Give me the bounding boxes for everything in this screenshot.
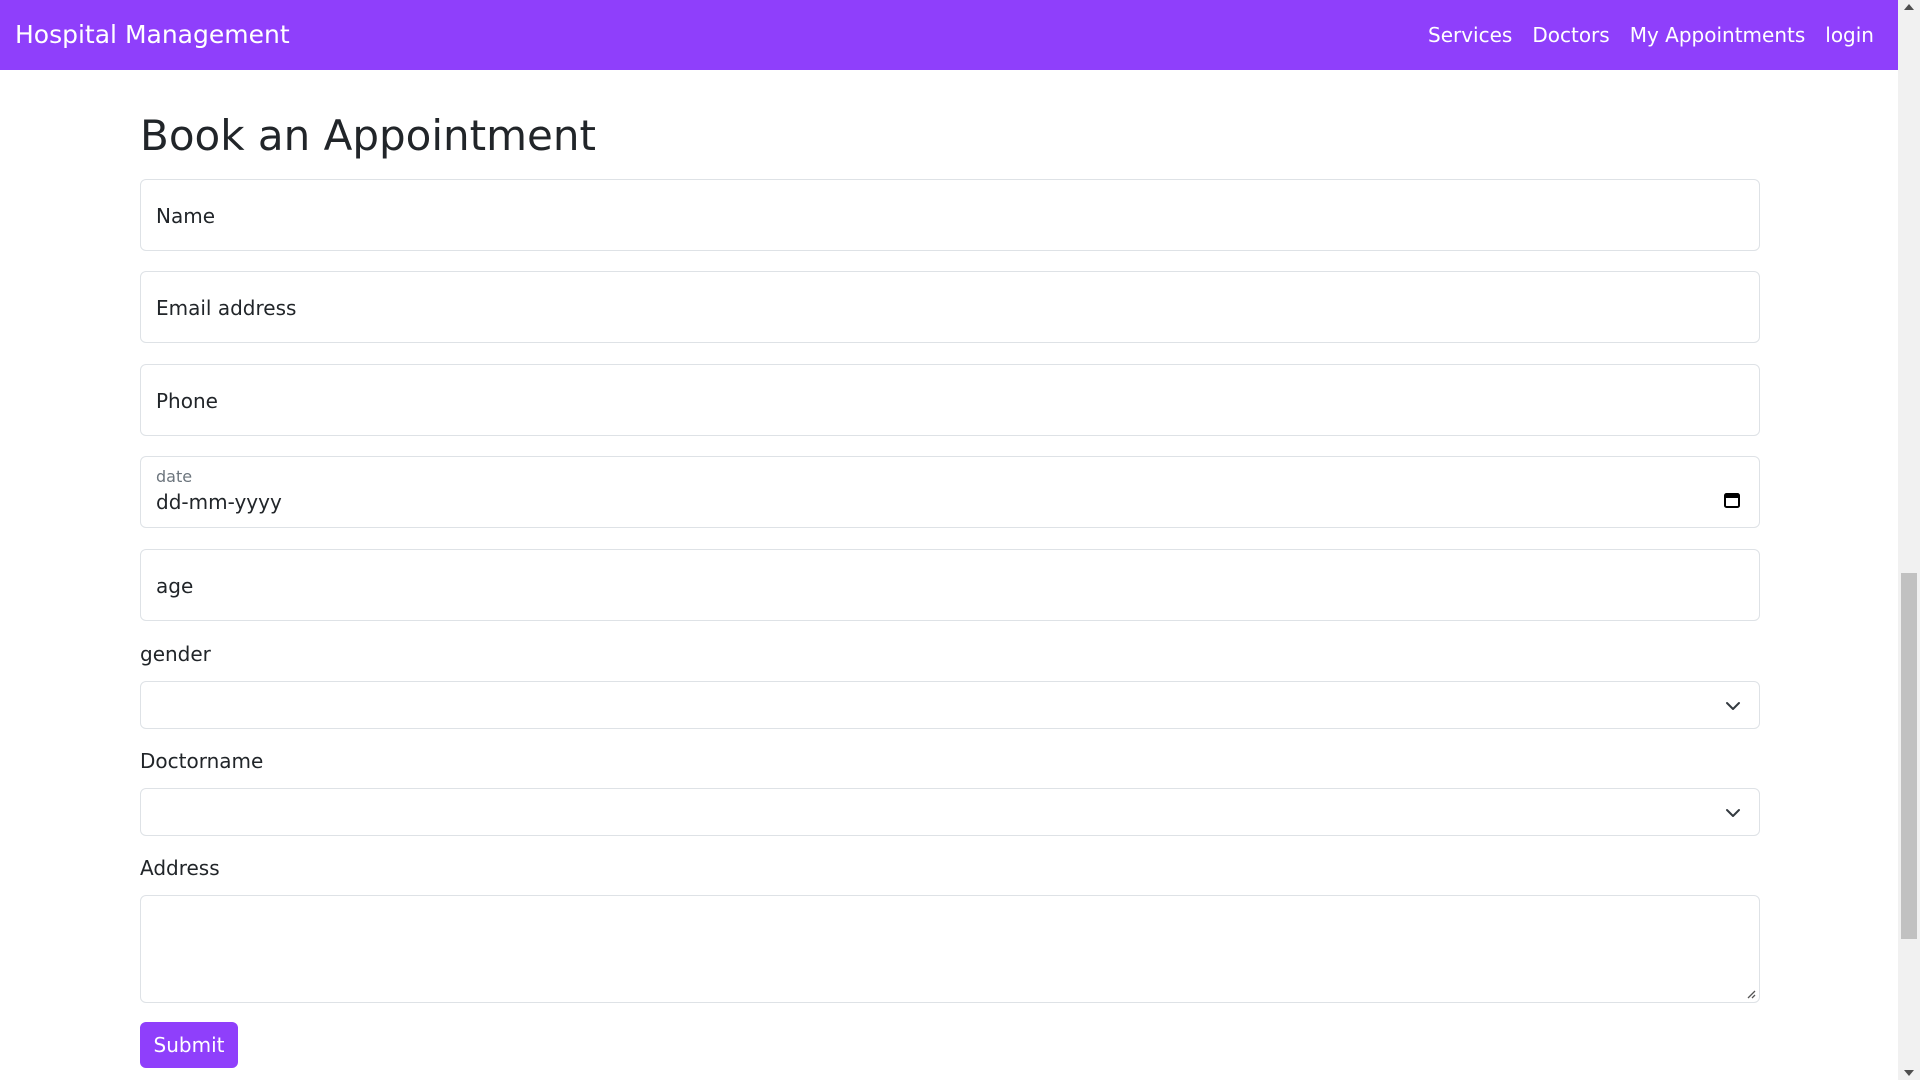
scrollbar-thumb[interactable] [1901,573,1917,939]
scroll-up-arrow-icon[interactable] [1904,4,1914,10]
nav-link-login[interactable]: login [1825,17,1874,53]
date-field-placeholder: dd-mm-yyyy [156,490,282,514]
nav-links: Services Doctors My Appointments login [1428,17,1874,53]
address-label: Address [140,856,220,880]
date-field[interactable]: date dd-mm-yyyy [140,456,1760,528]
email-field[interactable]: Email address [140,271,1760,343]
navbar-brand[interactable]: Hospital Management [15,17,290,53]
nav-link-doctors[interactable]: Doctors [1532,17,1609,53]
resize-handle-icon[interactable] [1744,987,1756,999]
chevron-down-icon [1726,809,1740,817]
submit-button[interactable]: Submit [140,1022,238,1068]
name-field[interactable]: Name [140,179,1760,251]
age-field-label: age [156,574,194,598]
address-textarea[interactable] [140,895,1760,1003]
nav-link-services[interactable]: Services [1428,17,1512,53]
name-field-label: Name [156,204,216,228]
page-title: Book an Appointment [140,111,596,160]
page: Hospital Management Services Doctors My … [0,0,1898,1080]
age-field[interactable]: age [140,549,1760,621]
date-field-label: date [156,467,193,486]
gender-select[interactable] [140,681,1760,729]
doctor-select[interactable] [140,788,1760,836]
navbar: Hospital Management Services Doctors My … [0,0,1898,70]
phone-field[interactable]: Phone [140,364,1760,436]
calendar-icon[interactable] [1723,491,1741,509]
doctor-label: Doctorname [140,749,264,773]
gender-label: gender [140,642,211,666]
nav-link-my-appointments[interactable]: My Appointments [1630,17,1806,53]
chevron-down-icon [1726,702,1740,710]
scroll-down-arrow-icon[interactable] [1904,1070,1914,1076]
email-field-label: Email address [156,296,297,320]
vertical-scrollbar[interactable] [1898,0,1920,1080]
phone-field-label: Phone [156,389,218,413]
